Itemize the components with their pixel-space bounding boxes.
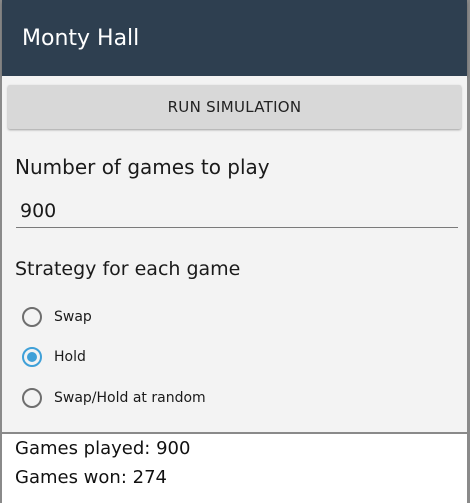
run-simulation-button[interactable]: RUN SIMULATION [8, 85, 461, 129]
radio-unchecked-icon[interactable] [22, 388, 42, 408]
games-played-text: Games played: 900 [15, 438, 191, 459]
games-count-input[interactable] [16, 194, 458, 228]
radio-unchecked-icon[interactable] [22, 307, 42, 327]
games-count-label: Number of games to play [15, 155, 270, 179]
main-content: RUN SIMULATION Number of games to play S… [2, 76, 467, 503]
strategy-option-swap[interactable]: Swap [22, 302, 92, 332]
games-won-text: Games won: 274 [15, 467, 167, 488]
app-title: Monty Hall [22, 26, 140, 51]
strategy-option-hold[interactable]: Hold [22, 342, 86, 372]
app-window: Monty Hall RUN SIMULATION Number of game… [0, 0, 470, 503]
app-bar: Monty Hall [2, 0, 467, 76]
results-panel: Games played: 900 Games won: 274 [2, 432, 467, 503]
strategy-option-label: Hold [54, 349, 86, 365]
strategy-option-label: Swap/Hold at random [54, 390, 206, 406]
radio-checked-icon[interactable] [22, 347, 42, 367]
strategy-label: Strategy for each game [15, 258, 241, 280]
strategy-option-random[interactable]: Swap/Hold at random [22, 383, 206, 413]
strategy-option-label: Swap [54, 309, 92, 325]
